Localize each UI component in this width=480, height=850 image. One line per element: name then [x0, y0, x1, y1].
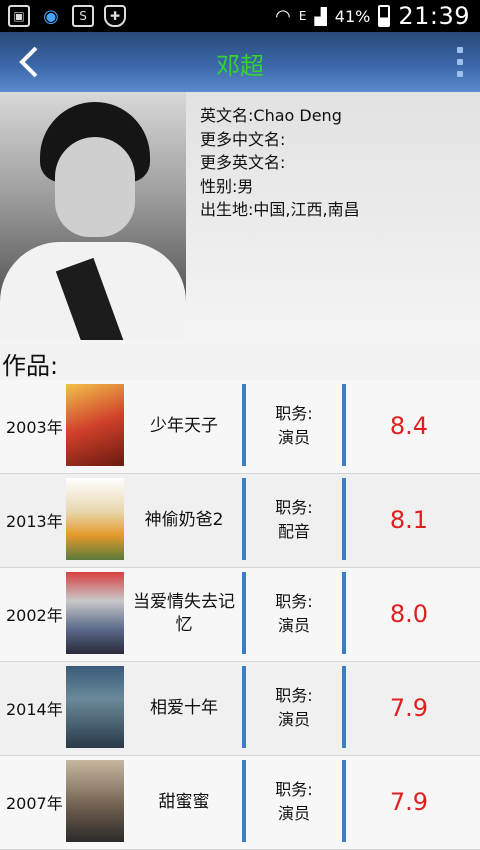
- work-poster: [66, 384, 124, 466]
- battery-icon: [378, 5, 391, 27]
- work-role: 职务: 配音: [275, 498, 313, 541]
- status-bar: ▣ ◉ S ✚ ◠ E ▟ 41% 21:39: [0, 0, 480, 32]
- clock: 21:39: [398, 2, 470, 30]
- more-chinese-names: 更多中文名:: [200, 129, 286, 149]
- work-role: 职务: 演员: [275, 592, 313, 635]
- birthplace: 出生地:中国,江西,南昌: [200, 200, 360, 219]
- work-title: 神偷奶爸2: [144, 509, 224, 530]
- work-score: 8.1: [389, 506, 429, 534]
- wifi-icon: ◠: [275, 5, 291, 27]
- work-year: 2003年: [6, 418, 63, 437]
- work-row[interactable]: 2002年 当爱情失去记忆 职务: 演员 8.0: [0, 568, 480, 662]
- work-title: 少年天子: [150, 415, 218, 436]
- shield-icon: ✚: [104, 5, 126, 27]
- work-score: 8.0: [389, 600, 429, 628]
- battery-percent: 41%: [334, 6, 371, 26]
- actor-photo: [0, 92, 186, 340]
- work-row[interactable]: 2014年 相爱十年 职务: 演员 7.9: [0, 662, 480, 756]
- work-title: 甜蜜蜜: [158, 791, 210, 812]
- work-year: 2014年: [6, 700, 63, 719]
- gender: 性别:男: [200, 176, 254, 196]
- app-bar: 邓超: [0, 32, 480, 92]
- work-score: 8.4: [389, 412, 429, 440]
- work-poster: [66, 478, 124, 560]
- work-row[interactable]: 2013年 神偷奶爸2 职务: 配音 8.1: [0, 474, 480, 568]
- signal-icon: ▟: [314, 6, 327, 26]
- work-poster: [66, 572, 124, 654]
- english-name: 英文名:Chao Deng: [200, 106, 342, 125]
- work-year: 2013年: [6, 512, 63, 531]
- more-english-names: 更多英文名:: [200, 153, 286, 172]
- profile-info: 英文名:Chao Deng 更多中文名: 更多英文名: 性别:男 出生地:中国,…: [200, 104, 360, 222]
- work-role: 职务: 演员: [275, 686, 313, 729]
- work-poster: [66, 760, 124, 842]
- works-heading: 作品:: [2, 352, 59, 380]
- work-poster: [66, 666, 124, 748]
- work-score: 7.9: [389, 694, 429, 722]
- work-year: 2007年: [6, 794, 63, 813]
- work-role: 职务: 演员: [275, 404, 313, 447]
- profile-section: 英文名:Chao Deng 更多中文名: 更多英文名: 性别:男 出生地:中国,…: [0, 92, 480, 344]
- work-title: 当爱情失去记忆: [133, 592, 235, 635]
- work-row[interactable]: 2003年 少年天子 职务: 演员 8.4: [0, 380, 480, 474]
- work-title: 相爱十年: [150, 697, 218, 718]
- works-list: 2003年 少年天子 职务: 演员 8.4 2013年 神偷奶爸2 职务: 配音…: [0, 380, 480, 850]
- work-row[interactable]: 2007年 甜蜜蜜 职务: 演员 7.9: [0, 756, 480, 850]
- qq-icon: ◉: [43, 5, 59, 27]
- work-role: 职务: 演员: [275, 780, 313, 823]
- work-year: 2002年: [6, 606, 63, 625]
- work-score: 7.9: [389, 788, 429, 816]
- overflow-menu-button[interactable]: [452, 44, 468, 80]
- gallery-icon: ▣: [8, 5, 30, 27]
- network-type: E: [298, 9, 307, 23]
- sim-icon: S: [72, 5, 94, 27]
- page-title: 邓超: [216, 52, 264, 80]
